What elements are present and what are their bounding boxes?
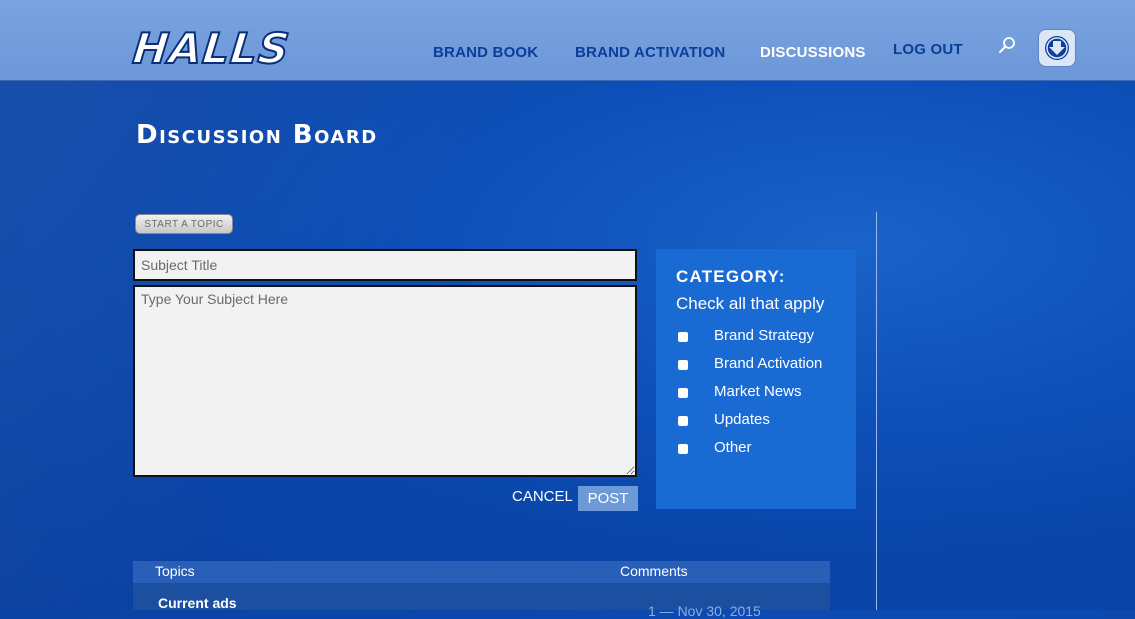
category-item-label: Market News — [714, 383, 802, 400]
post-button[interactable]: POST — [578, 486, 638, 511]
search-icon[interactable] — [998, 36, 1016, 54]
column-header-comments[interactable]: Comments — [620, 563, 688, 579]
category-item-label: Brand Strategy — [714, 327, 815, 344]
checkbox[interactable] — [678, 332, 688, 342]
page-title: Discussion Board — [136, 120, 378, 150]
category-item-other[interactable]: Other — [676, 439, 846, 461]
category-item-label: Updates — [714, 411, 770, 428]
category-item-updates[interactable]: Updates — [676, 411, 846, 433]
category-item-brand-activation[interactable]: Brand Activation — [676, 355, 846, 377]
topic-meta: 1 — Nov 30, 2015 — [648, 603, 761, 619]
cancel-button[interactable]: CANCEL — [512, 488, 573, 505]
subject-body-textarea[interactable] — [133, 285, 637, 477]
topic-title-link[interactable]: Current ads — [158, 595, 237, 611]
table-row[interactable]: Current ads 1 — Nov 30, 2015 — [133, 583, 830, 619]
category-subheading: Check all that apply — [676, 294, 825, 313]
checkbox[interactable] — [678, 444, 688, 454]
category-panel: CATEGORY: Check all that apply Brand Str… — [656, 249, 856, 509]
category-item-label: Brand Activation — [714, 355, 823, 372]
vertical-divider — [876, 212, 877, 610]
category-item-label: Other — [714, 439, 752, 456]
category-heading: CATEGORY: — [676, 267, 786, 286]
nav-brand-activation[interactable]: BRAND ACTIVATION — [575, 44, 725, 61]
halls-logo[interactable]: HALLS — [130, 23, 294, 76]
category-item-brand-strategy[interactable]: Brand Strategy — [676, 327, 846, 349]
checkbox[interactable] — [678, 360, 688, 370]
topics-table-header: Topics Comments — [133, 561, 830, 583]
subject-title-input[interactable] — [133, 249, 637, 281]
checkbox[interactable] — [678, 416, 688, 426]
checkbox[interactable] — [678, 388, 688, 398]
column-header-topics[interactable]: Topics — [155, 563, 195, 579]
site-header: HALLS BRAND BOOK BRAND ACTIVATION DISCUS… — [0, 0, 1135, 81]
nav-discussions[interactable]: DISCUSSIONS — [760, 44, 866, 61]
nav-brand-book[interactable]: BRAND BOOK — [433, 44, 538, 61]
category-item-market-news[interactable]: Market News — [676, 383, 846, 405]
download-icon[interactable] — [1038, 29, 1076, 67]
start-topic-button[interactable]: START A TOPIC — [135, 214, 233, 234]
nav-log-out[interactable]: LOG OUT — [893, 41, 963, 58]
